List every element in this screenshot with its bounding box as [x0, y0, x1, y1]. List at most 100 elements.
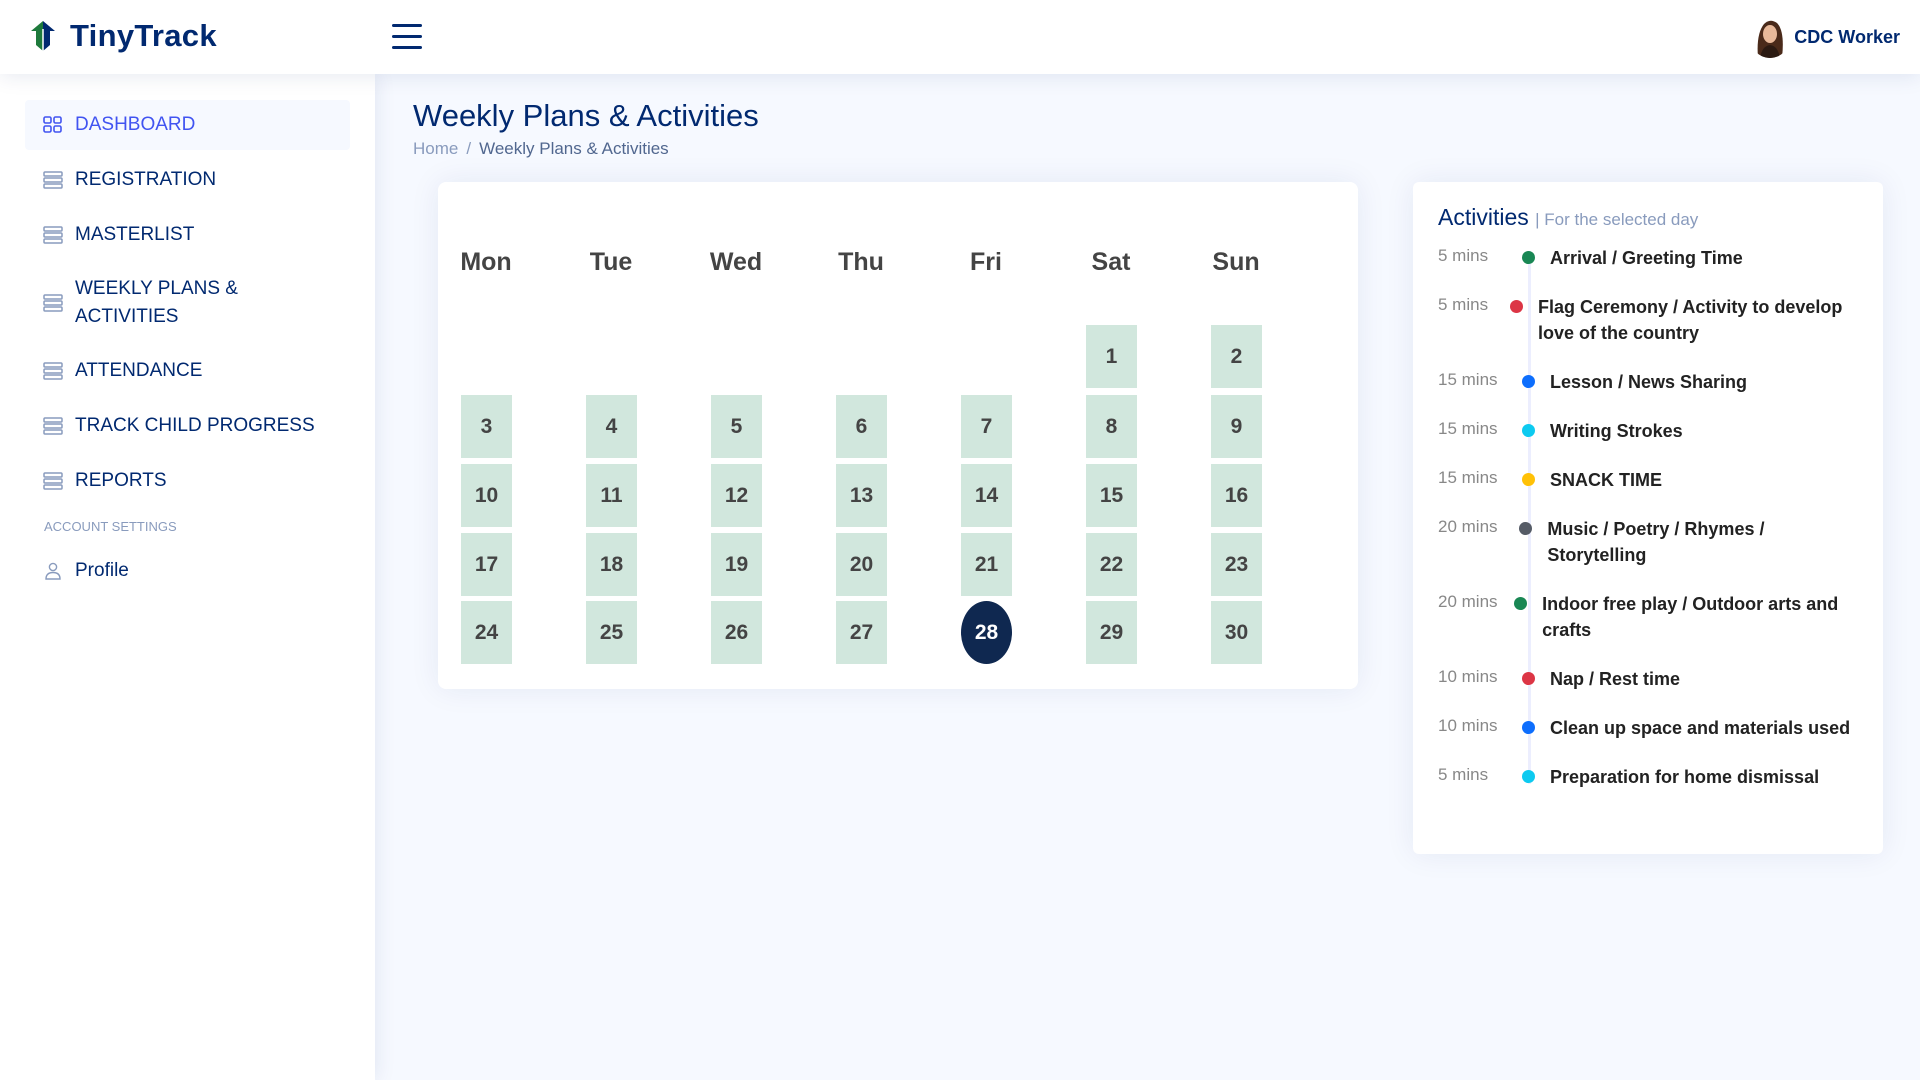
- activity-label: Indoor free play / Outdoor arts and craf…: [1542, 594, 1839, 640]
- activity-label: Preparation for home dismissal: [1550, 767, 1820, 787]
- sidebar-section-heading: ACCOUNT SETTINGS: [44, 519, 177, 534]
- sidebar-item-label: MASTERLIST: [75, 224, 195, 245]
- activity-label: Flag Ceremony / Activity to develop love…: [1538, 297, 1843, 343]
- sidebar-item-track-child-progress[interactable]: TRACK CHILD PROGRESS: [25, 401, 350, 451]
- calendar-day[interactable]: 12: [711, 464, 762, 527]
- sidebar-item-label: DASHBOARD: [75, 114, 196, 135]
- list-stack-icon: [43, 171, 63, 189]
- user-name: CDC Worker: [1794, 26, 1900, 47]
- calendar-day[interactable]: 24: [461, 601, 512, 664]
- activity-item: 5 mins Preparation for home dismissal: [1438, 764, 1858, 790]
- calendar-day[interactable]: 26: [711, 601, 762, 664]
- calendar-day[interactable]: 22: [1086, 533, 1137, 596]
- calendar-day[interactable]: 14: [961, 464, 1012, 527]
- activity-item: 20 mins Music / Poetry / Rhymes / Storyte…: [1438, 516, 1858, 568]
- page-title: Weekly Plans & Activities: [413, 98, 759, 133]
- sidebar-item-registration[interactable]: REGISTRATION: [25, 155, 350, 205]
- timeline-dot-icon: [1519, 522, 1533, 535]
- activities-heading: Activities: [1438, 204, 1529, 230]
- calendar-day[interactable]: 18: [586, 533, 637, 596]
- sidebar-item-label: Profile: [75, 560, 129, 581]
- sidebar-item-label: REPORTS: [75, 470, 167, 491]
- weekday-header: Sat: [1091, 248, 1131, 276]
- calendar-day[interactable]: 2: [1211, 325, 1262, 388]
- sidebar-item-reports[interactable]: REPORTS: [25, 456, 350, 506]
- calendar-day[interactable]: 21: [961, 533, 1012, 596]
- calendar-day[interactable]: 27: [836, 601, 887, 664]
- calendar-day[interactable]: 20: [836, 533, 887, 596]
- hamburger-line: [392, 24, 422, 27]
- avatar: [1750, 16, 1791, 58]
- calendar-day[interactable]: 30: [1211, 601, 1262, 664]
- activities-title: Activities | For the selected day: [1438, 204, 1858, 231]
- calendar-day[interactable]: 25: [586, 601, 637, 664]
- sidebar-toggle-button[interactable]: [392, 24, 422, 50]
- timeline-dot-icon: [1522, 770, 1535, 783]
- sidebar: DASHBOARD REGISTRATION MASTERLIST WEEKLY…: [0, 74, 375, 1080]
- activity-item: 10 mins Nap / Rest time: [1438, 666, 1858, 692]
- top-header: TinyTrack CDC Worker: [0, 0, 1920, 74]
- list-stack-icon: [43, 362, 63, 380]
- user-profile-menu[interactable]: CDC Worker: [1750, 16, 1900, 58]
- activity-item: 5 mins Arrival / Greeting Time: [1438, 245, 1858, 271]
- activity-duration: 5 mins: [1438, 295, 1489, 314]
- weekday-header: Mon: [460, 248, 512, 276]
- calendar-day[interactable]: 8: [1086, 395, 1137, 458]
- list-stack-icon: [43, 294, 63, 312]
- timeline-dot-icon: [1510, 300, 1523, 313]
- app-logo[interactable]: TinyTrack: [28, 18, 217, 54]
- weekday-header: Sun: [1212, 248, 1260, 276]
- timeline-dot-icon: [1522, 424, 1535, 437]
- calendar-day-selected[interactable]: 28: [961, 601, 1012, 664]
- list-stack-icon: [43, 226, 63, 244]
- calendar-day[interactable]: 10: [461, 464, 512, 527]
- activity-label: Music / Poetry / Rhymes / Storytelling: [1547, 519, 1765, 565]
- list-stack-icon: [43, 472, 63, 490]
- activities-card: Activities | For the selected day 5 mins…: [1413, 182, 1883, 854]
- breadcrumb-current: Weekly Plans & Activities: [479, 139, 669, 158]
- timeline-dot-icon: [1514, 597, 1528, 610]
- hamburger-line: [392, 46, 422, 49]
- calendar-day[interactable]: 15: [1086, 464, 1137, 527]
- sidebar-item-attendance[interactable]: ATTENDANCE: [25, 346, 350, 396]
- activity-label: Nap / Rest time: [1550, 669, 1681, 689]
- calendar-day[interactable]: 6: [836, 395, 887, 458]
- breadcrumb-home-link[interactable]: Home: [413, 139, 458, 159]
- calendar-day[interactable]: 19: [711, 533, 762, 596]
- activity-item: 15 mins Lesson / News Sharing: [1438, 369, 1858, 395]
- sidebar-item-label: WEEKLY PLANS & ACTIVITIES: [75, 278, 238, 327]
- calendar-day[interactable]: 5: [711, 395, 762, 458]
- calendar-day[interactable]: 1: [1086, 325, 1137, 388]
- activity-label: Clean up space and materials used: [1550, 718, 1851, 738]
- activity-item: 5 mins Flag Ceremony / Activity to develo…: [1438, 294, 1858, 346]
- calendar-day[interactable]: 4: [586, 395, 637, 458]
- weekday-header: Fri: [970, 248, 1002, 276]
- activity-item: 10 mins Clean up space and materials used: [1438, 715, 1858, 741]
- activity-timeline: 5 mins Arrival / Greeting Time 5 mins Flag …: [1438, 245, 1858, 790]
- timeline-dot-icon: [1522, 473, 1535, 486]
- calendar-day[interactable]: 16: [1211, 464, 1262, 527]
- sidebar-item-profile[interactable]: Profile: [25, 546, 350, 596]
- activity-duration: 5 mins: [1438, 765, 1489, 784]
- calendar-day[interactable]: 17: [461, 533, 512, 596]
- calendar-day[interactable]: 7: [961, 395, 1012, 458]
- sidebar-item-masterlist[interactable]: MASTERLIST: [25, 210, 350, 260]
- sidebar-item-dashboard[interactable]: DASHBOARD: [25, 100, 350, 150]
- calendar-day[interactable]: 3: [461, 395, 512, 458]
- calendar-card: Mon Tue Wed Thu Fri Sat Sun 1 2 3 4 5 6 7 8 9 10 11 12 13 1…: [438, 182, 1358, 689]
- activity-duration: 15 mins: [1438, 419, 1498, 438]
- activity-item: 15 mins SNACK TIME: [1438, 467, 1858, 493]
- timeline-dot-icon: [1522, 251, 1535, 264]
- activity-label: Lesson / News Sharing: [1550, 372, 1748, 392]
- calendar-day[interactable]: 11: [586, 464, 637, 527]
- activity-duration: 10 mins: [1438, 667, 1498, 686]
- calendar-day[interactable]: 13: [836, 464, 887, 527]
- calendar-day[interactable]: 9: [1211, 395, 1262, 458]
- activity-duration: 15 mins: [1438, 468, 1498, 487]
- breadcrumb-separator: /: [466, 139, 472, 158]
- calendar-day[interactable]: 29: [1086, 601, 1137, 664]
- activity-label: Arrival / Greeting Time: [1550, 248, 1743, 268]
- sidebar-item-weekly-plans[interactable]: WEEKLY PLANS & ACTIVITIES: [25, 265, 350, 341]
- sidebar-item-label: REGISTRATION: [75, 169, 217, 190]
- calendar-day[interactable]: 23: [1211, 533, 1262, 596]
